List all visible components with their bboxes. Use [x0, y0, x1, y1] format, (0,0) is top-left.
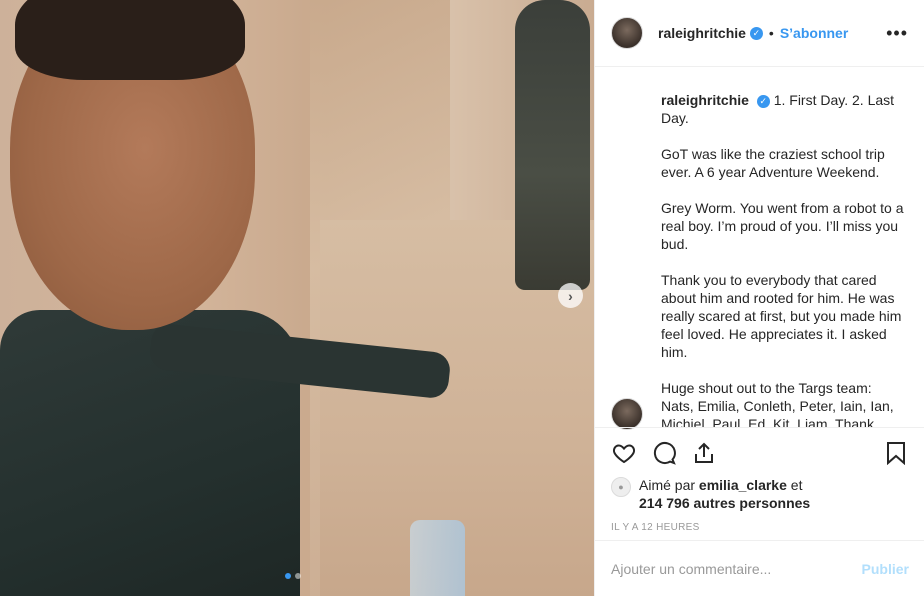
likes-text: Aimé par emilia_clarke et 214 796 autres…: [639, 476, 810, 512]
caption-area[interactable]: raleighritchie ✓ 1. First Day. 2. Last D…: [595, 67, 924, 427]
carousel-dot-1: [285, 573, 291, 579]
post-actions: ● Aimé par emilia_clarke et 214 796 autr…: [595, 427, 924, 533]
caption-paragraph-2: GoT was like the craziest school trip ev…: [661, 146, 885, 180]
carousel-dot-2: [295, 573, 301, 579]
photo-hair: [15, 0, 245, 80]
heart-icon[interactable]: [611, 440, 637, 466]
follow-button[interactable]: S’abonner: [780, 25, 848, 41]
share-icon[interactable]: [691, 440, 717, 466]
comment-icon[interactable]: [651, 440, 677, 466]
caption-paragraph-3: Grey Worm. You went from a robot to a re…: [661, 200, 904, 252]
more-options-icon[interactable]: •••: [886, 23, 908, 44]
post-timestamp[interactable]: IL Y A 12 HEURES: [611, 522, 909, 533]
likes-count[interactable]: 214 796 autres personnes: [639, 495, 810, 511]
carousel-dots: [285, 573, 301, 579]
header-username[interactable]: raleighritchie: [658, 25, 746, 41]
chevron-right-icon: ›: [568, 287, 573, 304]
bookmark-icon[interactable]: [883, 440, 909, 466]
liker-username[interactable]: emilia_clarke: [699, 477, 787, 493]
action-icons: [611, 438, 909, 468]
verified-badge-icon: ✓: [749, 26, 763, 40]
likes-summary: ● Aimé par emilia_clarke et 214 796 autr…: [611, 476, 909, 512]
add-comment-bar: Publier: [595, 540, 924, 596]
post-side-panel: raleighritchie ✓ • S’abonner ••• raleigh…: [594, 0, 924, 596]
liker-avatar[interactable]: ●: [611, 477, 631, 497]
caption-paragraph-1: raleighritchie ✓ 1. First Day. 2. Last D…: [661, 91, 905, 127]
likes-connector: et: [790, 477, 803, 493]
publish-button[interactable]: Publier: [862, 561, 909, 577]
avatar[interactable]: [611, 17, 643, 49]
caption-username[interactable]: raleighritchie: [661, 92, 749, 108]
photo-bottle: [410, 520, 465, 596]
likes-prefix: Aimé par: [639, 477, 696, 493]
header-separator: •: [768, 25, 774, 41]
post-header: raleighritchie ✓ • S’abonner •••: [595, 0, 924, 67]
comment-input[interactable]: [611, 560, 862, 577]
photo-background-person: [515, 0, 590, 290]
carousel-next-button[interactable]: ›: [558, 283, 583, 308]
post-photo[interactable]: ›: [0, 0, 594, 596]
caption-paragraph-5: Huge shout out to the Targs team: Nats, …: [661, 380, 894, 427]
caption-verified-badge-icon: ✓: [756, 94, 770, 108]
caption-paragraph-4: Thank you to everybody that cared about …: [661, 272, 902, 360]
caption-row: raleighritchie ✓ 1. First Day. 2. Last D…: [611, 91, 905, 427]
comment-avatar[interactable]: [611, 398, 643, 430]
caption-text: raleighritchie ✓ 1. First Day. 2. Last D…: [661, 91, 905, 427]
